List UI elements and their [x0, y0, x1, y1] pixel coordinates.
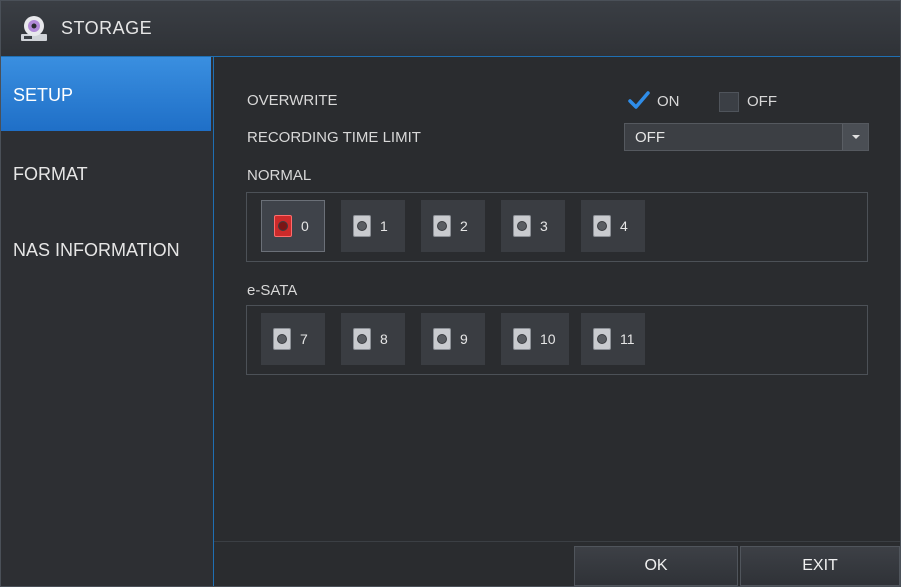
overwrite-on-label: ON	[657, 93, 680, 110]
disk-button-9[interactable]: 9	[421, 313, 485, 365]
hard-disk-icon	[353, 328, 371, 350]
normal-disk-group: 0 1 2 3 4	[246, 192, 868, 262]
checkmark-icon	[628, 91, 650, 109]
disk-button-8[interactable]: 8	[341, 313, 405, 365]
overwrite-label: OVERWRITE	[247, 92, 338, 109]
disk-button-1[interactable]: 1	[341, 200, 405, 252]
disk-number: 2	[460, 218, 468, 234]
overwrite-off-checkbox[interactable]	[719, 92, 739, 112]
sidebar: SETUP FORMAT NAS INFORMATION	[1, 57, 214, 586]
disk-number: 4	[620, 218, 628, 234]
hard-disk-icon	[593, 328, 611, 350]
ok-button[interactable]: OK	[574, 546, 738, 586]
disk-number: 8	[380, 331, 388, 347]
recording-time-limit-value: OFF	[635, 129, 665, 146]
disk-button-3[interactable]: 3	[501, 200, 565, 252]
exit-button[interactable]: EXIT	[740, 546, 900, 586]
dropdown-arrow[interactable]	[842, 124, 868, 150]
disk-button-0[interactable]: 0	[261, 200, 325, 252]
sidebar-item-setup[interactable]: SETUP	[1, 57, 211, 131]
disk-number: 1	[380, 218, 388, 234]
normal-label: NORMAL	[247, 167, 312, 184]
disk-button-4[interactable]: 4	[581, 200, 645, 252]
disk-button-2[interactable]: 2	[421, 200, 485, 252]
hard-disk-icon	[433, 215, 451, 237]
esata-disk-group: 7 8 9 10 11	[246, 305, 868, 375]
esata-label: e-SATA	[247, 282, 298, 299]
setup-panel: OVERWRITE ON OFF RECORDING TIME LIMIT OF…	[214, 57, 900, 586]
disk-button-7[interactable]: 7	[261, 313, 325, 365]
disk-number: 3	[540, 218, 548, 234]
recording-time-limit-select[interactable]: OFF	[624, 123, 869, 151]
hard-disk-icon	[353, 215, 371, 237]
sidebar-item-format[interactable]: FORMAT	[1, 137, 211, 211]
disk-button-10[interactable]: 10	[501, 313, 569, 365]
overwrite-on-checkbox[interactable]	[628, 91, 650, 112]
disc-drive-icon	[21, 16, 47, 41]
hard-disk-icon	[274, 215, 292, 237]
hard-disk-icon	[513, 328, 531, 350]
chevron-down-icon	[852, 135, 860, 139]
disk-button-11[interactable]: 11	[581, 313, 645, 365]
disk-number: 0	[301, 218, 309, 234]
title-bar: STORAGE	[1, 1, 900, 57]
disk-number: 11	[620, 331, 635, 347]
storage-window: STORAGE SETUP FORMAT NAS INFORMATION OVE…	[0, 0, 901, 587]
disk-number: 7	[300, 331, 308, 347]
hard-disk-icon	[513, 215, 531, 237]
disk-number: 9	[460, 331, 468, 347]
footer-divider	[214, 541, 900, 542]
overwrite-off-label: OFF	[747, 93, 777, 110]
hard-disk-icon	[433, 328, 451, 350]
recording-time-limit-label: RECORDING TIME LIMIT	[247, 129, 421, 146]
hard-disk-icon	[593, 215, 611, 237]
window-title: STORAGE	[61, 18, 153, 38]
disk-number: 10	[540, 331, 556, 347]
sidebar-item-nas-information[interactable]: NAS INFORMATION	[1, 213, 211, 287]
hard-disk-icon	[273, 328, 291, 350]
